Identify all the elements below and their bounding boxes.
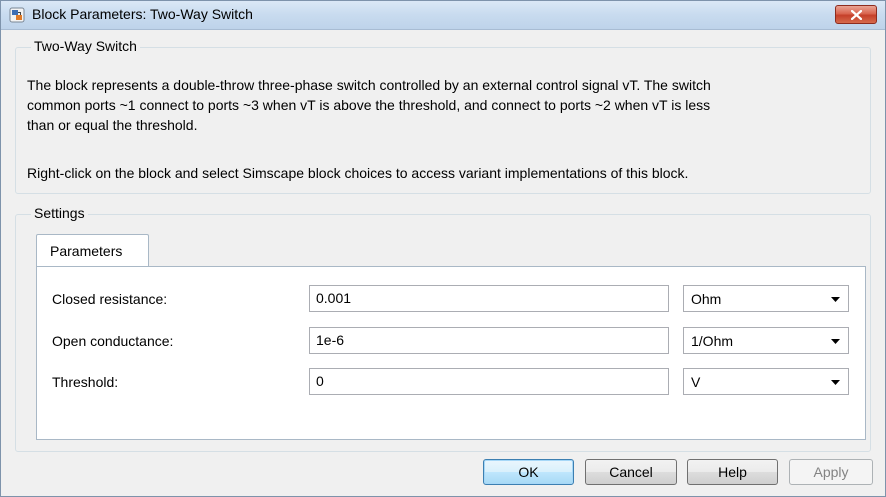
chevron-down-icon — [831, 380, 840, 385]
chevron-down-icon — [831, 339, 840, 344]
description-line: common ports ~1 connect to ports ~3 when… — [27, 97, 711, 113]
ok-button[interactable]: OK — [483, 459, 574, 485]
threshold-unit-value: V — [691, 374, 701, 390]
description-text: The block represents a double-throw thre… — [27, 75, 867, 135]
tab-parameters-label: Parameters — [50, 243, 123, 259]
description-group-title: Two-Way Switch — [31, 38, 140, 54]
settings-group-title: Settings — [31, 205, 88, 221]
dialog-body: Two-Way Switch The block represents a do… — [9, 37, 877, 490]
open-conductance-unit-select[interactable]: 1/Ohm — [683, 327, 849, 354]
apply-button[interactable]: Apply — [789, 459, 873, 485]
threshold-input[interactable]: 0 — [309, 368, 669, 395]
chevron-down-icon — [831, 297, 840, 302]
parameters-panel: Closed resistance: 0.001 Ohm Open conduc… — [36, 266, 866, 440]
dialog-window: Block Parameters: Two-Way Switch Two-Way… — [0, 0, 886, 497]
open-conductance-label: Open conductance: — [52, 333, 174, 349]
close-icon — [851, 10, 862, 20]
simulink-block-icon — [9, 7, 25, 23]
closed-resistance-unit-select[interactable]: Ohm — [683, 285, 849, 312]
threshold-label: Threshold: — [52, 374, 119, 390]
description-line: The block represents a double-throw thre… — [27, 77, 711, 93]
tab-parameters[interactable]: Parameters — [36, 234, 149, 266]
open-conductance-input[interactable]: 1e-6 — [309, 327, 669, 354]
closed-resistance-input[interactable]: 0.001 — [309, 285, 669, 312]
open-conductance-unit-value: 1/Ohm — [691, 333, 734, 349]
title-bar[interactable]: Block Parameters: Two-Way Switch — [1, 1, 885, 30]
window-title: Block Parameters: Two-Way Switch — [32, 6, 253, 22]
closed-resistance-unit-value: Ohm — [691, 291, 722, 307]
cancel-button[interactable]: Cancel — [585, 459, 677, 485]
close-button[interactable] — [835, 5, 877, 24]
variant-help-text: Right-click on the block and select Sims… — [27, 165, 689, 181]
threshold-unit-select[interactable]: V — [683, 368, 849, 395]
help-button[interactable]: Help — [687, 459, 778, 485]
closed-resistance-label: Closed resistance: — [52, 291, 168, 307]
description-line: than or equal the threshold. — [27, 117, 198, 133]
